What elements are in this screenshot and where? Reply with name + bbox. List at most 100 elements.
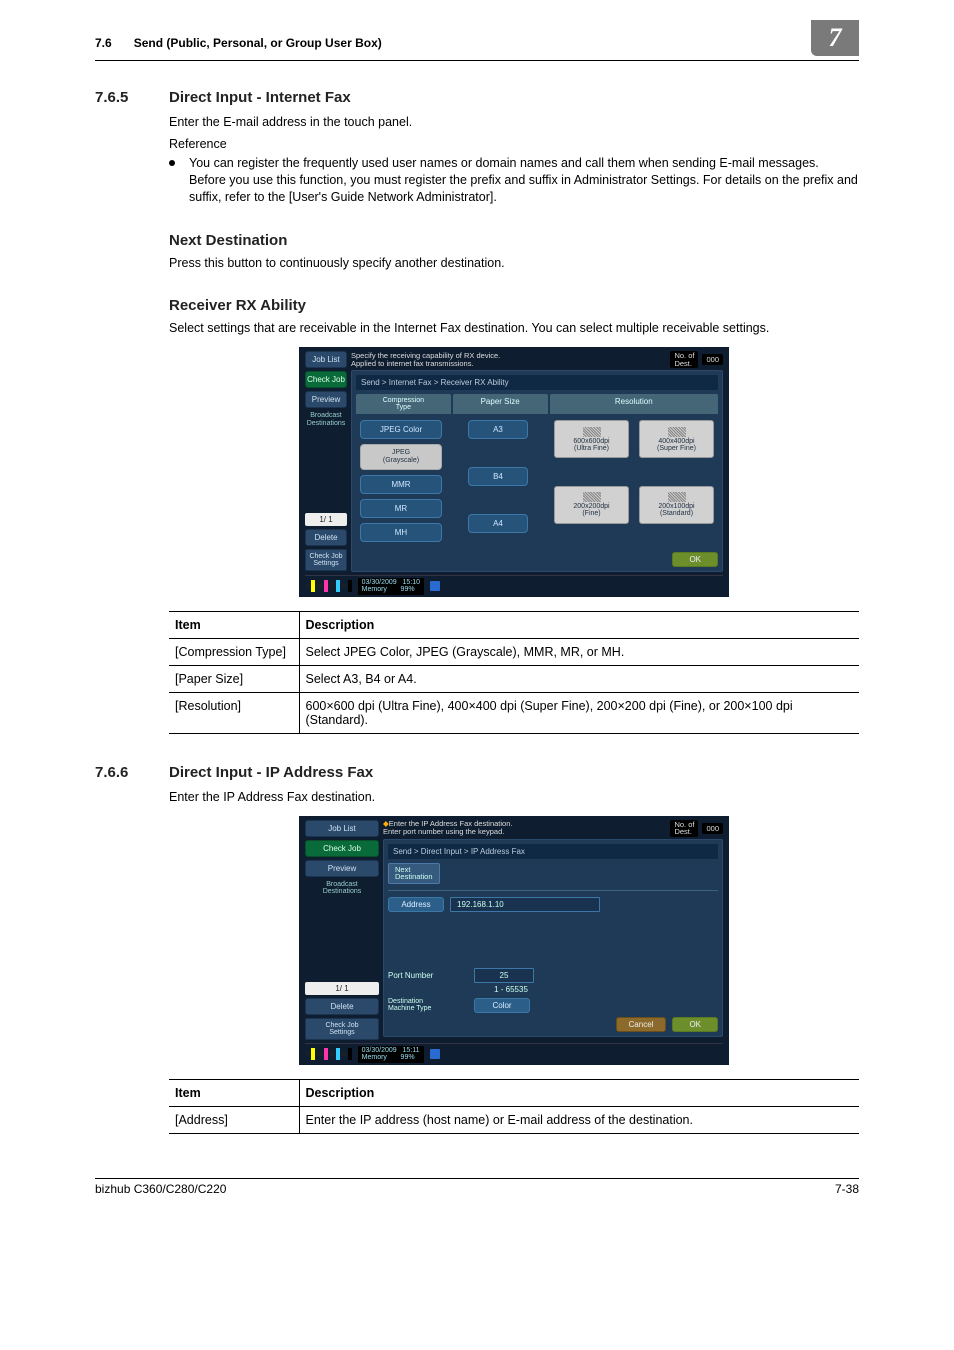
machine-type-label: Destination Machine Type — [388, 998, 468, 1012]
broadcast-label: Broadcast Destinations — [305, 881, 379, 896]
address-button[interactable]: Address — [388, 897, 444, 912]
res-400-label: 400x400dpi (Super Fine) — [657, 438, 696, 452]
breadcrumb: Send > Direct Input > IP Address Fax — [388, 844, 718, 859]
paper-a3[interactable]: A3 — [468, 420, 528, 439]
status-time-val: 15:10 — [403, 579, 421, 586]
res-200[interactable]: 200x200dpi (Fine) — [554, 486, 629, 524]
port-label: Port Number — [388, 971, 468, 980]
dest-count-value: 000 — [702, 354, 723, 365]
table-row: [Paper Size] Select A3, B4 or A4. — [169, 666, 859, 693]
table-header-desc: Description — [299, 612, 859, 639]
chapter-number: 7 — [811, 20, 859, 56]
cell: 600×600 dpi (Ultra Fine), 400×400 dpi (S… — [299, 693, 859, 734]
device-message: ◆Enter the IP Address Fax destination. E… — [383, 820, 666, 837]
res-200-label: 200x200dpi (Fine) — [573, 503, 609, 517]
compression-mh[interactable]: MH — [360, 523, 442, 542]
bullet-icon — [169, 160, 175, 166]
footer-model: bizhub C360/C280/C220 — [95, 1182, 226, 1196]
section-num: 7.6.5 — [95, 89, 169, 106]
broadcast-label: Broadcast Destinations — [305, 412, 347, 427]
cell: Enter the IP address (host name) or E-ma… — [299, 1106, 859, 1133]
res-600-label: 600x600dpi (Ultra Fine) — [573, 438, 609, 452]
status-time-val: 15:11 — [403, 1047, 420, 1054]
paper-a4[interactable]: A4 — [468, 514, 528, 533]
res-600[interactable]: 600x600dpi (Ultra Fine) — [554, 420, 629, 458]
table-row: [Address] Enter the IP address (host nam… — [169, 1106, 859, 1133]
job-list-button[interactable]: Job List — [305, 351, 347, 368]
res-100[interactable]: 200x100dpi (Standard) — [639, 486, 714, 524]
ok-button[interactable]: OK — [672, 552, 718, 567]
status-icon — [430, 581, 440, 591]
section-7-6-6-heading: 7.6.6 Direct Input - IP Address Fax — [95, 764, 859, 781]
paper-b4[interactable]: B4 — [468, 467, 528, 486]
header-title: Send (Public, Personal, or Group User Bo… — [134, 36, 811, 50]
job-list-button[interactable]: Job List — [305, 820, 379, 837]
status-mem-val: 99% — [401, 586, 415, 593]
next-destination-heading: Next Destination — [169, 232, 859, 249]
status-date-val: 03/30/2009 — [362, 1047, 397, 1054]
tab-resolution[interactable]: Resolution — [550, 394, 718, 414]
status-icon — [430, 1049, 440, 1059]
compression-jpeg-color[interactable]: JPEG Color — [360, 420, 442, 439]
next-destination-button[interactable]: Next Destination — [388, 863, 440, 884]
header-secnum: 7.6 — [95, 36, 112, 50]
compression-mmr[interactable]: MMR — [360, 475, 442, 494]
res-400[interactable]: 400x400dpi (Super Fine) — [639, 420, 714, 458]
section-num: 7.6.6 — [95, 764, 169, 781]
ip-fax-table: Item Description [Address] Enter the IP … — [169, 1079, 859, 1134]
check-job-settings-button[interactable]: Check Job Settings — [305, 1018, 379, 1040]
grid-icon — [668, 492, 686, 502]
check-job-button[interactable]: Check Job — [305, 371, 347, 388]
compression-mr[interactable]: MR — [360, 499, 442, 518]
pager: 1/ 1 — [305, 513, 347, 526]
delete-button[interactable]: Delete — [305, 529, 347, 546]
page-footer: bizhub C360/C280/C220 7-38 — [95, 1178, 859, 1196]
section-title: Direct Input - IP Address Fax — [169, 764, 373, 781]
dest-count-label: No. of Dest. — [670, 351, 698, 368]
device-message: Specify the receiving capability of RX d… — [351, 352, 666, 369]
cancel-button[interactable]: Cancel — [616, 1017, 667, 1032]
tab-paper-size[interactable]: Paper Size — [453, 394, 548, 414]
table-header-item: Item — [169, 612, 299, 639]
table-header-desc: Description — [299, 1079, 859, 1106]
toner-indicator: Y M C K — [305, 580, 352, 592]
ok-button[interactable]: OK — [672, 1017, 718, 1032]
device-screenshot-rx-ability: Job List Check Job Preview Broadcast Des… — [299, 347, 729, 597]
dest-count-label: No. of Dest. — [670, 820, 698, 837]
section-title: Direct Input - Internet Fax — [169, 89, 351, 106]
grid-icon — [668, 427, 686, 437]
receiver-rx-text: Select settings that are receivable in t… — [169, 320, 859, 337]
status-mem-label: Memory — [362, 1054, 387, 1061]
cell: Select JPEG Color, JPEG (Grayscale), MMR… — [299, 639, 859, 666]
reference-text: You can register the frequently used use… — [189, 155, 859, 206]
section-7-6-5-heading: 7.6.5 Direct Input - Internet Fax — [95, 89, 859, 106]
cell: [Address] — [169, 1106, 299, 1133]
table-row: [Compression Type] Select JPEG Color, JP… — [169, 639, 859, 666]
grid-icon — [583, 427, 601, 437]
grid-icon — [583, 492, 601, 502]
compression-jpeg-grayscale[interactable]: JPEG (Grayscale) — [360, 444, 442, 469]
receiver-rx-heading: Receiver RX Ability — [169, 297, 859, 314]
footer-page: 7-38 — [835, 1182, 859, 1196]
status-mem-label: Memory — [362, 586, 387, 593]
next-destination-text: Press this button to continuously specif… — [169, 255, 859, 272]
check-job-settings-button[interactable]: Check Job Settings — [305, 549, 347, 571]
device-message-text: Enter the IP Address Fax destination. En… — [383, 819, 512, 836]
check-job-button[interactable]: Check Job — [305, 840, 379, 857]
reference-label: Reference — [169, 137, 859, 151]
machine-type-button[interactable]: Color — [474, 998, 530, 1013]
device-screenshot-ip-fax: Job List Check Job Preview Broadcast Des… — [299, 816, 729, 1065]
delete-button[interactable]: Delete — [305, 998, 379, 1015]
status-date-val: 03/30/2009 — [362, 579, 397, 586]
port-range: 1 - 65535 — [474, 985, 548, 994]
tab-compression[interactable]: Compression Type — [356, 394, 451, 414]
address-value[interactable]: 192.168.1.10 — [450, 897, 600, 912]
table-header-item: Item — [169, 1079, 299, 1106]
table-row: [Resolution] 600×600 dpi (Ultra Fine), 4… — [169, 693, 859, 734]
port-value[interactable]: 25 — [474, 968, 534, 983]
cell: [Resolution] — [169, 693, 299, 734]
preview-button[interactable]: Preview — [305, 391, 347, 408]
page-header: 7.6 Send (Public, Personal, or Group Use… — [95, 30, 859, 61]
intro-text: Enter the E-mail address in the touch pa… — [169, 114, 859, 131]
preview-button[interactable]: Preview — [305, 860, 379, 877]
